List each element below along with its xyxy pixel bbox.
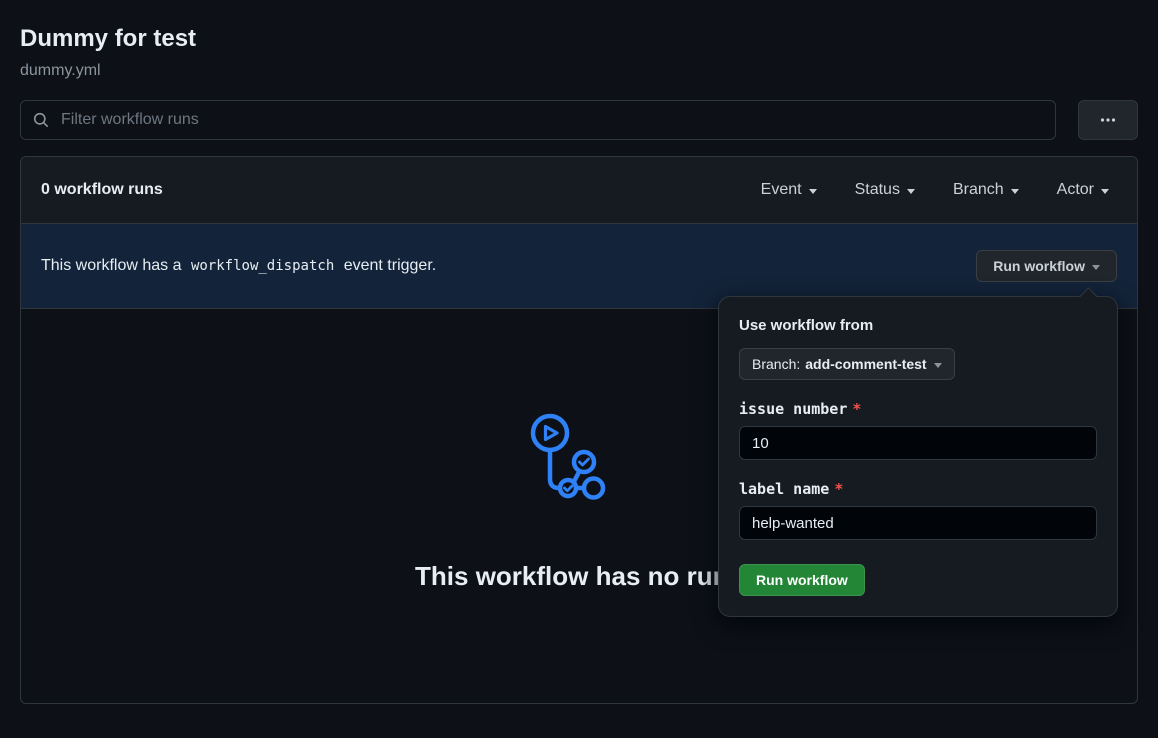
filter-workflow-runs-input[interactable] [59,110,1043,130]
chevron-down-icon [808,188,817,194]
branch-select-button[interactable]: Branch: add-comment-test [739,348,955,380]
label-name-label: label name * [739,480,1097,498]
workflow-file-name: dummy.yml [20,62,101,79]
filter-branch-button[interactable]: Branch [953,181,1019,199]
workflow-options-button[interactable] [1078,100,1138,140]
run-workflow-popover: Use workflow from Branch: add-comment-te… [718,287,1118,617]
filter-runs-searchbox [20,100,1056,140]
branch-prefix: Branch: [752,356,801,372]
runs-count: 0 workflow runs [41,181,163,198]
filter-actor-button[interactable]: Actor [1057,181,1109,199]
run-workflow-dropdown-label: Run workflow [993,258,1085,274]
chevron-down-icon [906,188,915,194]
workflow-graph-icon [530,413,606,500]
filter-event-label: Event [760,181,802,198]
banner-text: This workflow has a workflow_dispatch ev… [41,257,436,275]
empty-state-heading: This workflow has no runs [415,561,743,591]
chevron-down-icon [933,362,942,368]
workflow-runs-page: Dummy for test dummy.yml 0 workflow runs… [0,0,1158,738]
kebab-icon [1100,118,1116,122]
run-workflow-submit-button[interactable]: Run workflow [739,564,865,596]
page-title: Dummy for test [20,25,197,52]
filter-branch-label: Branch [952,181,1004,198]
issue-number-input[interactable] [739,426,1097,460]
field-label-name: label name * [739,480,1097,540]
issue-number-label-text: issue number [739,400,848,418]
toolbar [20,100,1138,140]
label-name-input[interactable] [739,506,1097,540]
runs-panel-header: 0 workflow runs Event Status Branch Acto… [21,157,1137,224]
run-workflow-dropdown-button[interactable]: Run workflow [976,250,1117,282]
required-asterisk: * [852,400,862,418]
popover-title: Use workflow from [739,317,874,334]
issue-number-label: issue number * [739,400,1097,418]
required-asterisk: * [834,480,844,498]
filter-status-label: Status [854,181,900,198]
banner-text-after: event trigger. [343,257,437,274]
branch-name: add-comment-test [805,356,927,372]
filter-status-button[interactable]: Status [855,181,915,199]
label-name-label-text: label name [739,480,830,498]
banner-text-before: This workflow has a [41,257,182,274]
banner-code-workflow-dispatch: workflow_dispatch [190,258,335,274]
search-icon [33,112,48,127]
run-filters: Event Status Branch Actor [761,181,1109,199]
filter-actor-label: Actor [1056,181,1094,198]
chevron-down-icon [1101,188,1109,194]
chevron-down-icon [1092,264,1100,270]
field-issue-number: issue number * [739,400,1097,460]
chevron-down-icon [1010,188,1019,194]
filter-event-button[interactable]: Event [761,181,817,199]
